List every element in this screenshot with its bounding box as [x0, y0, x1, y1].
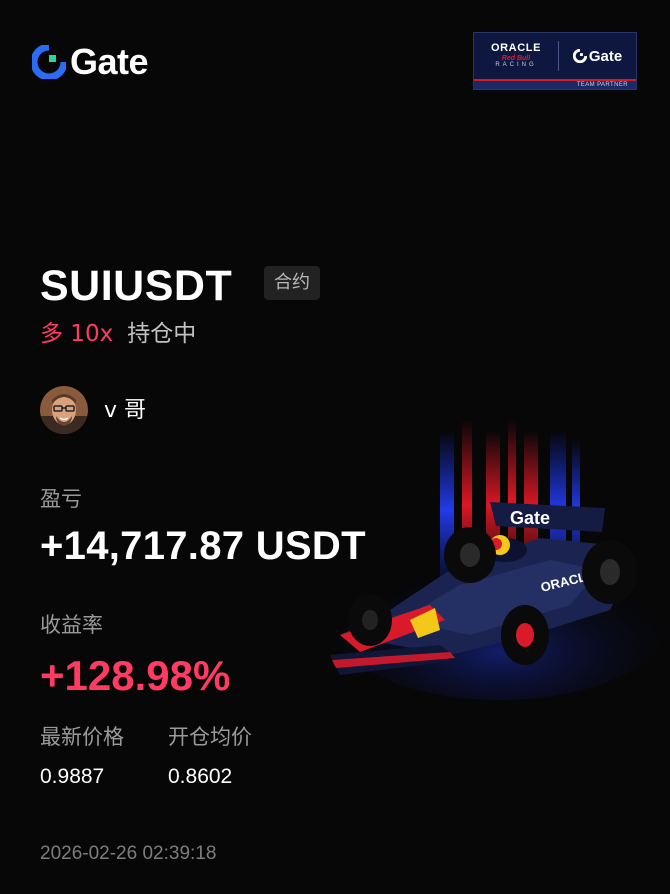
contract-tag: 合约 [264, 266, 320, 300]
partner-gate-text: Gate [588, 47, 623, 65]
roi-label: 收益率 [40, 613, 103, 637]
gate-mini-icon [572, 49, 587, 63]
oracle-text: ORACLE [490, 42, 542, 55]
gate-logo-icon [32, 45, 66, 79]
position-status: 持仓中 [127, 321, 197, 347]
latest-price-label: 最新价格 [40, 725, 124, 749]
roi-value: +128.98% [40, 652, 231, 699]
timestamp: 2026-02-26 02:39:18 [40, 843, 217, 864]
latest-price-value: 0.9887 [40, 765, 105, 788]
redbull-racing-mark: ORACLE Red Bull RACING [474, 43, 558, 68]
team-partner-badge: ORACLE Red Bull RACING Gate TEAM PARTNER [473, 32, 637, 90]
gate-logo: Gate [32, 41, 149, 82]
position-side-row: 多 10x 持仓中 [40, 320, 196, 348]
avatar-icon [40, 386, 88, 434]
redbull-text: Red Bull [501, 54, 531, 62]
pnl-value: +14,717.87 USDT [40, 524, 366, 568]
trading-pair: SUIUSDT [40, 262, 233, 310]
car-wing-text: Gate [510, 508, 550, 528]
gate-logo-text: Gate [70, 41, 149, 82]
username: v 哥 [104, 398, 147, 423]
partner-gate-mark: Gate [559, 48, 636, 65]
pnl-label: 盈亏 [40, 487, 82, 511]
team-partner-caption: TEAM PARTNER [474, 79, 636, 89]
user-avatar [40, 386, 88, 434]
open-price-value: 0.8602 [168, 765, 233, 788]
position-side-leverage: 多 10x [40, 321, 114, 347]
racing-text: RACING [495, 62, 537, 69]
open-price-label: 开仓均价 [168, 725, 252, 749]
